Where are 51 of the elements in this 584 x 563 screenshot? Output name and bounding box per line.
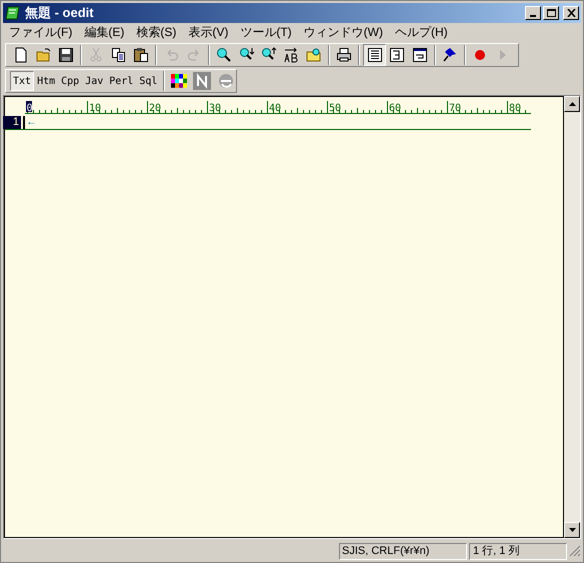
menu-item[interactable]: ファイル(F) bbox=[3, 23, 78, 42]
folder-icon bbox=[36, 47, 52, 63]
menu-item[interactable]: ツール(T) bbox=[234, 23, 298, 42]
language-button[interactable]: Cpp bbox=[58, 71, 82, 91]
resize-grip-icon[interactable] bbox=[569, 545, 581, 557]
ruler-label: 40 bbox=[269, 103, 282, 114]
line-end-mark: ← bbox=[26, 116, 37, 128]
scissors-icon bbox=[88, 47, 104, 63]
copy-pages-icon bbox=[110, 47, 127, 63]
vertical-scrollbar[interactable] bbox=[564, 96, 580, 538]
menu-item[interactable]: 検索(S) bbox=[130, 23, 182, 42]
menu-item[interactable]: ヘルプ(H) bbox=[388, 23, 454, 42]
ruler-label: 80 bbox=[509, 103, 522, 114]
folder-search-icon bbox=[306, 47, 322, 63]
ruler-label: 60 bbox=[389, 103, 402, 114]
ruler-label: 50 bbox=[329, 103, 342, 114]
menu-item[interactable]: ウィンドウ(W) bbox=[298, 23, 389, 42]
menu-item[interactable]: 表示(V) bbox=[182, 23, 234, 42]
language-button[interactable]: Jav bbox=[82, 71, 106, 91]
language-button[interactable]: Perl bbox=[106, 71, 136, 91]
maximize-button[interactable] bbox=[543, 6, 559, 20]
window-title: 無題 - oedit bbox=[25, 4, 94, 22]
menu-item[interactable]: 編集(E) bbox=[78, 23, 130, 42]
printer-icon bbox=[336, 47, 352, 63]
blank-page-icon bbox=[13, 47, 30, 63]
encoding-status: SJIS, CRLF(¥r¥n) bbox=[339, 542, 467, 560]
n-tile-icon[interactable] bbox=[193, 72, 212, 90]
minimize-button[interactable] bbox=[525, 6, 541, 20]
cursor-position-status: 1 行, 1 列 bbox=[469, 542, 567, 560]
window-wrap-icon bbox=[412, 47, 428, 63]
color-grid-icon[interactable] bbox=[171, 74, 188, 88]
toolbar-button[interactable] bbox=[363, 44, 386, 66]
close-button[interactable] bbox=[563, 6, 579, 20]
language-button[interactable]: Htm bbox=[34, 71, 58, 91]
scroll-up-icon[interactable] bbox=[568, 102, 576, 106]
language-button[interactable]: Sql bbox=[136, 71, 160, 91]
search-icon bbox=[216, 47, 232, 63]
line-number: 1 bbox=[3, 116, 21, 128]
text-lines-icon bbox=[366, 47, 383, 63]
notepad-icon bbox=[5, 5, 21, 21]
close-icon bbox=[566, 9, 576, 17]
replace-arrow-icon bbox=[283, 47, 300, 63]
maximize-icon bbox=[546, 9, 556, 17]
wrap-lines-icon bbox=[389, 47, 406, 63]
ruler-label: 0 bbox=[26, 103, 33, 114]
scroll-down-icon[interactable] bbox=[568, 528, 576, 532]
ruler-label: 30 bbox=[209, 103, 222, 114]
language-button[interactable]: Txt bbox=[10, 71, 34, 91]
clipboard-icon bbox=[133, 47, 150, 63]
pushpin-icon bbox=[442, 47, 458, 63]
ruler-label: 70 bbox=[449, 103, 462, 114]
